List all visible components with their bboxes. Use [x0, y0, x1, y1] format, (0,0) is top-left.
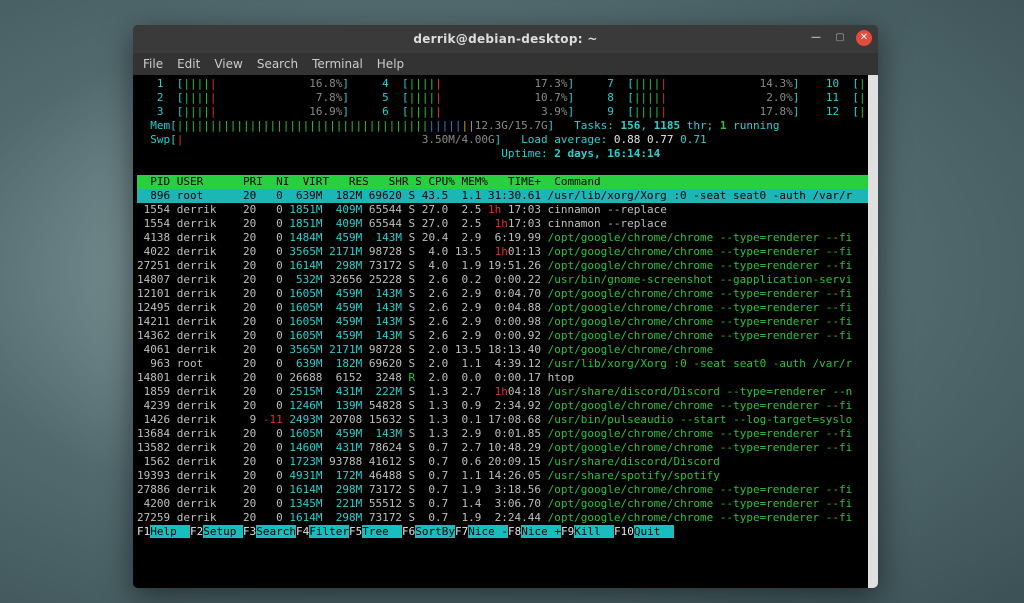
close-icon[interactable]: ✕ [856, 30, 872, 46]
terminal-content[interactable]: 1 [||||| 16.8%] 4 [||||| 17.3%] 7 [|||||… [133, 75, 878, 588]
window-title: derrik@debian-desktop: ~ [133, 32, 878, 46]
menu-view[interactable]: View [214, 57, 242, 71]
menu-edit[interactable]: Edit [177, 57, 200, 71]
terminal-window: derrik@debian-desktop: ~ — ▢ ✕ File Edit… [133, 25, 878, 588]
menu-file[interactable]: File [143, 57, 163, 71]
scrollbar[interactable] [868, 75, 878, 588]
maximize-icon[interactable]: ▢ [832, 30, 848, 46]
menu-help[interactable]: Help [377, 57, 404, 71]
window-titlebar[interactable]: derrik@debian-desktop: ~ — ▢ ✕ [133, 25, 878, 53]
menubar: File Edit View Search Terminal Help [133, 53, 878, 75]
menu-terminal[interactable]: Terminal [312, 57, 363, 71]
minimize-icon[interactable]: — [808, 30, 824, 46]
menu-search[interactable]: Search [257, 57, 298, 71]
